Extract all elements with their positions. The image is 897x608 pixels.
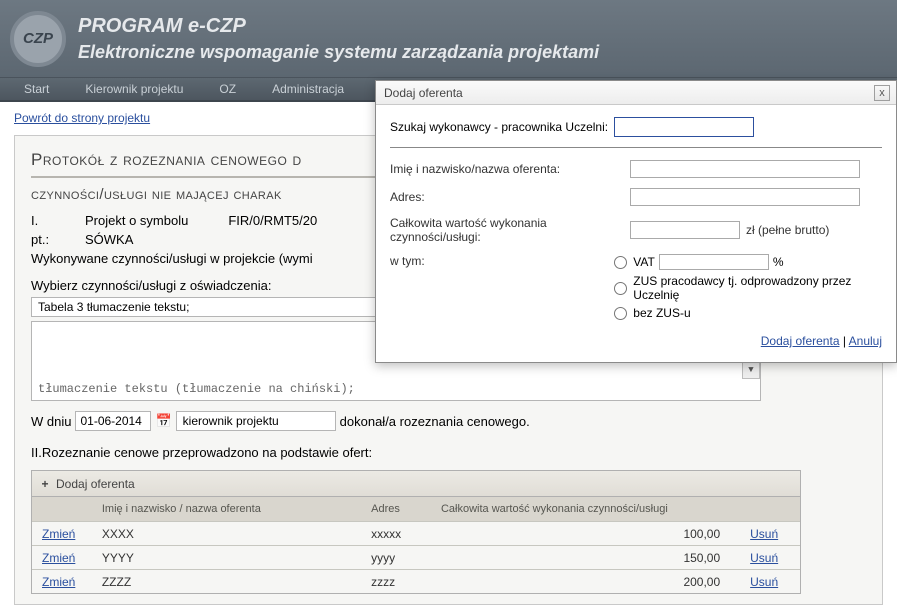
logo: CZP [10,11,66,67]
nav-administracja[interactable]: Administracja [254,82,362,96]
row-name: XXXX [102,527,371,541]
col-name-header: Imię i nazwisko / nazwa oferenta [102,503,371,515]
w-dniu-label: W dniu [31,414,71,429]
section-i-label: I. [31,213,85,228]
total-label: Całkowita wartość wykonania czynności/us… [390,216,630,244]
cancel-link[interactable]: Anuluj [849,334,882,348]
logo-text: CZP [23,30,53,47]
delete-link[interactable]: Usuń [750,527,778,541]
date-value: 01-06-2014 [80,414,141,428]
grid-add-button[interactable]: + Dodaj oferenta [32,471,800,497]
vat-radio[interactable] [614,256,627,269]
nav-oz[interactable]: OZ [201,82,254,96]
add-offerer-modal: Dodaj oferenta x Szukaj wykonawcy - prac… [375,80,897,363]
czynnosci-select-value: Tabela 3 tłumaczenie tekstu; [38,300,189,314]
edit-link[interactable]: Zmień [42,551,75,565]
back-link[interactable]: Powrót do strony projektu [14,111,150,125]
pt-label: pt.: [31,232,85,247]
edit-link[interactable]: Zmień [42,527,75,541]
row-name: YYYY [102,551,371,565]
table-row: Zmień ZZZZ zzzz 200,00 Usuń [32,569,800,593]
close-icon[interactable]: x [874,85,890,101]
who-input[interactable]: kierownik projektu [176,411,336,431]
bez-zus-label: bez ZUS-u [633,306,690,320]
row-value: 100,00 [441,527,750,541]
zus-label: ZUS pracodawcy tj. odprowadzony przez Uc… [633,274,882,302]
delete-link[interactable]: Usuń [750,575,778,589]
modal-title-text: Dodaj oferenta [384,86,463,100]
submit-link[interactable]: Dodaj oferenta [761,334,840,348]
search-label: Szukaj wykonawcy - pracownika Uczelni: [390,120,608,134]
project-symbol-value: FIR/0/RMT5/20 [228,213,317,228]
pt-value: SÓWKA [85,232,133,247]
grid-header: Imię i nazwisko / nazwa oferenta Adres C… [32,497,800,521]
row-addr: zzzz [371,575,441,589]
plus-icon: + [38,477,52,491]
addr-label: Adres: [390,190,630,204]
total-input[interactable] [630,221,740,239]
row-value: 150,00 [441,551,750,565]
total-suffix: zł (pełne brutto) [746,223,829,237]
search-input[interactable] [614,117,754,137]
edit-link[interactable]: Zmień [42,575,75,589]
section-ii-label: II. [31,445,42,460]
chevron-down-icon[interactable]: ▼ [742,361,760,379]
addr-input[interactable] [630,188,860,206]
czynnosci-textarea-value: tłumaczenie tekstu (tłumaczenie na chińs… [38,382,355,396]
date-input[interactable]: 01-06-2014 [75,411,151,431]
who-value: kierownik projektu [183,414,279,428]
project-symbol-label: Projekt o symbolu [85,213,188,228]
name-input[interactable] [630,160,860,178]
modal-titlebar: Dodaj oferenta x [376,81,896,105]
section-ii-text: Rozeznanie cenowe przeprowadzono na pods… [42,445,372,460]
app-header: CZP PROGRAM e-CZP Elektroniczne wspomaga… [0,0,897,78]
app-subtitle: Elektroniczne wspomaganie systemu zarząd… [78,42,599,63]
wtym-label: w tym: [390,254,614,268]
delete-link[interactable]: Usuń [750,551,778,565]
offers-grid: + Dodaj oferenta Imię i nazwisko / nazwa… [31,470,801,594]
table-row: Zmień YYYY yyyy 150,00 Usuń [32,545,800,569]
col-addr-header: Adres [371,503,441,515]
vat-label: VAT [633,255,655,269]
bez-zus-radio[interactable] [614,307,627,320]
dokonala-label: dokonał/a rozeznania cenowego. [340,414,530,429]
zus-radio[interactable] [614,282,627,295]
row-value: 200,00 [441,575,750,589]
row-name: ZZZZ [102,575,371,589]
grid-add-label: Dodaj oferenta [56,477,135,491]
col-value-header: Całkowita wartość wykonania czynności/us… [441,503,750,515]
nav-kierownik[interactable]: Kierownik projektu [67,82,201,96]
name-label: Imię i nazwisko/nazwa oferenta: [390,162,630,176]
nav-start[interactable]: Start [16,82,67,96]
app-title: PROGRAM e-CZP [78,15,599,38]
row-addr: yyyy [371,551,441,565]
vat-suffix: % [773,255,784,269]
calendar-icon[interactable]: 📅 [155,413,171,429]
row-addr: xxxxx [371,527,441,541]
vat-input[interactable] [659,254,769,270]
table-row: Zmień XXXX xxxxx 100,00 Usuń [32,521,800,545]
